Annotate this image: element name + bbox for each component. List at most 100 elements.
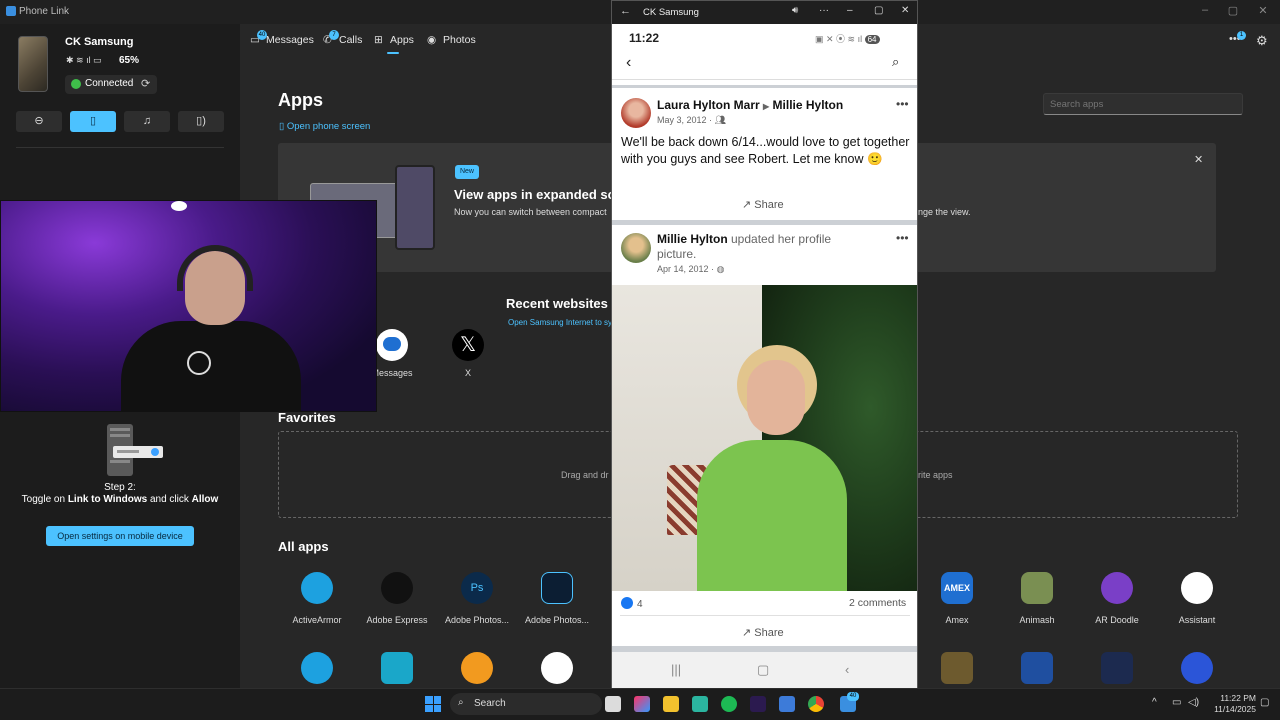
app-label: Animash <box>1019 615 1055 625</box>
network-icon[interactable]: ▭ <box>1172 697 1181 708</box>
speaker-icon[interactable]: 🔊︎ <box>792 5 798 16</box>
recent-websites-title: Recent websites <box>506 296 608 311</box>
gear-icon[interactable]: ⚙ <box>1256 33 1268 49</box>
phone-link-icon <box>6 6 16 16</box>
app-amex[interactable]: AMEX Amex <box>917 572 997 625</box>
recent-app-label: X <box>464 368 471 378</box>
open-settings-button[interactable]: Open settings on mobile device <box>46 526 194 546</box>
volume-icon[interactable]: ◁) <box>1188 697 1199 708</box>
recents-icon[interactable]: ||| <box>671 662 681 677</box>
app-icon-game[interactable] <box>941 652 973 684</box>
sidebar-divider <box>16 147 224 148</box>
recent-websites-link[interactable]: Open Samsung Internet to sy <box>508 318 612 327</box>
apps-grid-icon: ⊞ <box>374 34 383 46</box>
favorites-hint-left: Drag and dr <box>561 470 609 480</box>
check-icon <box>71 79 81 89</box>
close-icon[interactable]: ✕ <box>1252 4 1274 20</box>
share-button[interactable]: ↗ Share <box>742 198 784 211</box>
back-arrow-icon[interactable]: ← <box>620 5 631 17</box>
app-icon-audible[interactable] <box>461 652 493 684</box>
file-explorer-icon[interactable] <box>663 696 679 712</box>
chevron-up-icon[interactable]: ^ <box>1152 697 1157 708</box>
animash-icon <box>1021 572 1053 604</box>
avatar[interactable] <box>621 98 651 128</box>
app-assistant[interactable]: Assistant <box>1157 572 1237 625</box>
back-icon[interactable]: ‹ <box>845 662 849 677</box>
search-icon[interactable]: ⌕ <box>892 54 899 70</box>
more-icon[interactable]: ••• <box>896 231 909 245</box>
clock[interactable]: 11:22 PM 11/14/2025 <box>1208 693 1256 715</box>
comment-count[interactable]: 2 comments <box>849 597 906 609</box>
tab-photos[interactable]: ◉ Photos <box>427 34 476 46</box>
app-icon-account[interactable] <box>541 652 573 684</box>
app-label: ActiveArmor <box>292 615 342 625</box>
task-view-icon[interactable] <box>605 696 621 712</box>
share-button[interactable]: ↗ Share <box>742 626 784 639</box>
notification-icon[interactable]: ▢ <box>1260 697 1269 708</box>
maximize-icon[interactable]: ▢ <box>1222 4 1244 20</box>
app-label: Adobe Photos... <box>444 615 510 625</box>
like-count[interactable]: 4 <box>621 597 643 610</box>
chrome-icon[interactable] <box>808 696 824 712</box>
clock-date: 11/14/2025 <box>1214 704 1256 714</box>
more-icon[interactable]: ··· <box>819 5 829 16</box>
open-phone-screen-link[interactable]: ▯ Open phone screen <box>279 121 370 132</box>
bluetooth-wifi-signal-icons: ✱ ≋ ıl ▭ <box>66 55 102 65</box>
app-icon[interactable] <box>779 696 795 712</box>
app-ar-doodle[interactable]: AR Doodle <box>1077 572 1157 625</box>
do-not-disturb-button[interactable]: ⊖ <box>16 111 62 132</box>
close-icon[interactable]: ✕ <box>901 5 909 16</box>
chevron-left-icon[interactable]: ‹ <box>626 54 631 72</box>
tab-apps[interactable]: ⊞ Apps <box>374 34 414 46</box>
app-icon-bixby[interactable] <box>1181 652 1213 684</box>
status-icons: ▣ ✕ ⦿ ≋ ıl 64 <box>815 32 880 45</box>
share-icon: ↗ <box>742 199 752 211</box>
audio-button[interactable]: ♫ <box>124 111 170 132</box>
avatar[interactable] <box>621 233 651 263</box>
spotify-icon[interactable] <box>721 696 737 712</box>
home-icon[interactable]: ▢ <box>757 662 769 678</box>
post-author[interactable]: Laura Hylton Marr ▶ Millie Hylton <box>657 98 843 112</box>
minimize-icon[interactable]: – <box>847 5 853 16</box>
app-animash[interactable]: Animash <box>997 572 1077 625</box>
like-icon <box>621 597 633 609</box>
banner-text: Now you can switch between compact <box>454 207 607 217</box>
minimize-icon[interactable]: – <box>1194 4 1216 20</box>
windows-start-icon[interactable] <box>425 696 441 712</box>
copilot-icon[interactable] <box>634 696 650 712</box>
banner-title: View apps in expanded scr <box>454 187 620 202</box>
messages-app-icon[interactable] <box>376 329 408 361</box>
notepad-icon[interactable] <box>692 696 708 712</box>
app-icon-lodging[interactable] <box>1101 652 1133 684</box>
banner-illustration-phone <box>395 165 435 250</box>
battery-level: 65% <box>119 55 140 66</box>
vibrate-button[interactable]: ▯ <box>70 111 116 132</box>
adobe-express-icon <box>381 572 413 604</box>
more-icon[interactable]: ••• <box>896 97 909 111</box>
close-icon[interactable]: ✕ <box>1194 153 1203 166</box>
app-adobe-photoshop[interactable]: Ps Adobe Photos... <box>437 572 517 625</box>
phone-window-title: CK Samsung <box>643 7 699 18</box>
app-activearmor[interactable]: ActiveArmor <box>277 572 357 625</box>
app-icon-location[interactable] <box>381 652 413 684</box>
messages-badge: 40 <box>257 30 267 40</box>
taskbar-search[interactable]: ⌕ Search <box>450 693 602 715</box>
post-separator <box>612 85 917 88</box>
app-adobe-photoshop-express[interactable]: Adobe Photos... <box>517 572 597 625</box>
refresh-icon[interactable]: ⟳ <box>141 77 150 90</box>
post-author[interactable]: Millie Hylton updated her profile pictur… <box>657 232 872 262</box>
x-app-icon[interactable]: 𝕏 <box>452 329 484 361</box>
all-apps-title: All apps <box>278 539 329 554</box>
search-apps-input[interactable] <box>1043 93 1243 115</box>
app-adobe-express[interactable]: Adobe Express <box>357 572 437 625</box>
app-icon-office[interactable] <box>1021 652 1053 684</box>
facebook-nav-bar <box>612 52 917 80</box>
photos-icon: ◉ <box>427 34 437 46</box>
notification-badge: 1 <box>1237 31 1246 40</box>
share-icon: ↗ <box>742 627 752 639</box>
maximize-icon[interactable]: ▢ <box>874 5 883 16</box>
huion-icon[interactable] <box>750 696 766 712</box>
audio-output-button[interactable]: ▯) <box>178 111 224 132</box>
app-icon-cloud[interactable] <box>301 652 333 684</box>
profile-picture-photo[interactable] <box>612 285 917 591</box>
